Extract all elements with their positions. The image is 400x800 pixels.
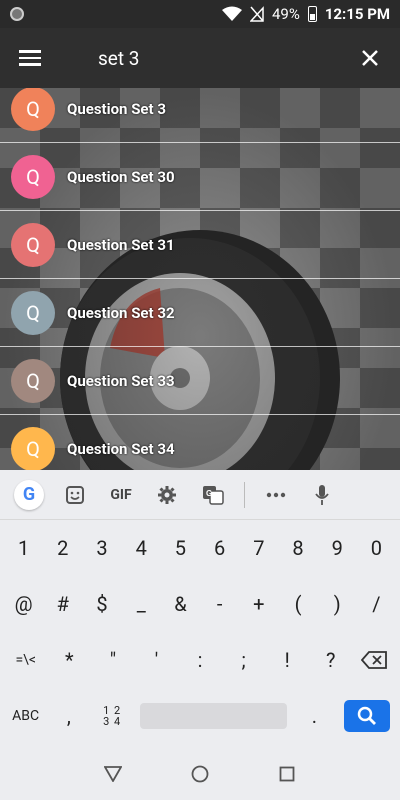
search-icon[interactable]: [344, 700, 391, 732]
key[interactable]: (: [278, 581, 317, 627]
key[interactable]: 4: [122, 525, 161, 571]
key[interactable]: _: [122, 581, 161, 627]
list-item-label: Question Set 3: [67, 99, 166, 118]
key[interactable]: 9: [318, 525, 357, 571]
number-pad-key[interactable]: 1 23 4: [91, 693, 134, 739]
list-item-label: Question Set 32: [67, 303, 175, 322]
translate-icon[interactable]: G: [190, 475, 236, 515]
list-item-label: Question Set 31: [67, 235, 175, 254]
settings-gear-icon[interactable]: [144, 475, 190, 515]
key[interactable]: ': [135, 637, 179, 683]
wifi-icon: [221, 6, 242, 21]
google-icon[interactable]: G: [6, 475, 52, 515]
keyboard-row-bottom: ABC , 1 23 4 .: [0, 688, 400, 744]
avatar: Q: [11, 358, 55, 403]
keyboard-row-numbers: 1 2 3 4 5 6 7 8 9 0: [0, 520, 400, 576]
key[interactable]: +: [239, 581, 278, 627]
recents-icon[interactable]: [267, 754, 307, 794]
avatar: Q: [11, 290, 55, 335]
sticker-icon[interactable]: [52, 475, 98, 515]
key[interactable]: 1: [4, 525, 43, 571]
close-icon[interactable]: [340, 28, 400, 88]
menu-icon[interactable]: [0, 28, 60, 88]
key[interactable]: !: [265, 637, 309, 683]
key[interactable]: :: [178, 637, 222, 683]
key[interactable]: &: [161, 581, 200, 627]
more-symbols-key[interactable]: =\<: [4, 637, 48, 683]
list-item-label: Question Set 33: [67, 371, 175, 390]
list-item-label: Question Set 34: [67, 440, 175, 458]
gif-button[interactable]: GIF: [98, 475, 144, 515]
status-bar: 49% 12:15 PM: [0, 0, 400, 28]
keyboard-toolbar: G GIF G: [0, 470, 400, 520]
key[interactable]: 7: [239, 525, 278, 571]
key[interactable]: ): [318, 581, 357, 627]
home-icon[interactable]: [180, 754, 220, 794]
key[interactable]: 8: [278, 525, 317, 571]
navigation-bar: [0, 747, 400, 800]
list-item[interactable]: Q Question Set 3: [0, 88, 400, 143]
list-item[interactable]: Q Question Set 32: [0, 279, 400, 347]
back-icon[interactable]: [93, 754, 133, 794]
key[interactable]: 3: [82, 525, 121, 571]
list-item-label: Question Set 30: [67, 167, 175, 186]
avatar: Q: [11, 222, 55, 267]
abc-key[interactable]: ABC: [4, 693, 47, 739]
key[interactable]: 0: [357, 525, 396, 571]
period-key[interactable]: .: [293, 693, 336, 739]
list-item[interactable]: Q Question Set 34: [0, 415, 400, 470]
svg-text:G: G: [206, 489, 212, 498]
list-item[interactable]: Q Question Set 33: [0, 347, 400, 415]
key[interactable]: -: [200, 581, 239, 627]
key[interactable]: *: [48, 637, 92, 683]
avatar: Q: [11, 88, 55, 131]
avatar: Q: [11, 154, 55, 199]
keyboard: G GIF G 1 2 3 4 5 6 7 8 9 0 @ # $ _ & - …: [0, 470, 400, 747]
key[interactable]: 2: [43, 525, 82, 571]
list-item[interactable]: Q Question Set 30: [0, 143, 400, 211]
battery-percent: 49%: [271, 5, 300, 23]
key[interactable]: 5: [161, 525, 200, 571]
results-list[interactable]: Q Question Set 3 Q Question Set 30 Q Que…: [0, 88, 400, 470]
key[interactable]: #: [43, 581, 82, 627]
list-item[interactable]: Q Question Set 31: [0, 211, 400, 279]
app-bar: set 3: [0, 28, 400, 88]
search-input[interactable]: set 3: [60, 47, 340, 70]
notification-icon: [10, 7, 24, 21]
key[interactable]: $: [82, 581, 121, 627]
more-options-icon[interactable]: [253, 475, 299, 515]
comma-key[interactable]: ,: [47, 693, 90, 739]
avatar: Q: [11, 427, 55, 470]
key[interactable]: ;: [222, 637, 266, 683]
key[interactable]: @: [4, 581, 43, 627]
no-signal-icon: [249, 6, 264, 22]
keyboard-row-symbols: @ # $ _ & - + ( ) /: [0, 576, 400, 632]
keyboard-row-punctuation: =\< * " ' : ; ! ?: [0, 632, 400, 688]
backspace-icon[interactable]: [353, 637, 397, 683]
key[interactable]: ": [91, 637, 135, 683]
battery-icon: [307, 6, 317, 22]
key[interactable]: ?: [309, 637, 353, 683]
status-right: 49% 12:15 PM: [221, 5, 390, 23]
microphone-icon[interactable]: [299, 475, 345, 515]
clock: 12:15 PM: [324, 5, 390, 23]
key[interactable]: 6: [200, 525, 239, 571]
space-bar[interactable]: [139, 703, 287, 729]
key[interactable]: /: [357, 581, 396, 627]
